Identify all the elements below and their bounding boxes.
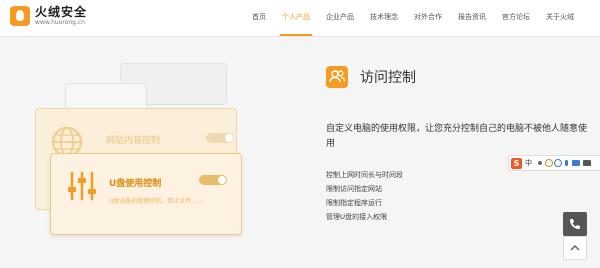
nav-home[interactable]: 首页 <box>244 0 274 36</box>
site-header: 火绒安全 www.huorong.cn 首页 个人产品 企业产品 技术理念 对外… <box>0 0 600 37</box>
arrow-up-icon <box>570 244 580 251</box>
users-icon <box>326 66 348 88</box>
website-control-title: 网站内容控制 <box>106 136 161 146</box>
usb-control-toggle <box>199 175 227 185</box>
list-item: 限制访问指定网站 <box>326 185 382 193</box>
nav-about[interactable]: 关于火绒 <box>538 0 582 36</box>
usb-control-desc: U盘设备的管理控制，禁止文件…… <box>109 198 204 205</box>
ime-toolbar[interactable]: S 中 <box>508 155 600 171</box>
contact-phone-button[interactable] <box>563 212 587 236</box>
feature-list: 控制上网时间长与时间段 限制访问指定网站 限制指定程序运行 管理U盘的接入权限 <box>326 168 403 224</box>
main-nav: 首页 个人产品 企业产品 技术理念 对外合作 报告资讯 官方论坛 关于火绒 <box>244 0 582 36</box>
ime-language[interactable]: 中 <box>525 158 532 168</box>
nav-technology[interactable]: 技术理念 <box>362 0 406 36</box>
nav-personal-products[interactable]: 个人产品 <box>274 0 318 36</box>
feature-title: 访问控制 <box>360 70 416 86</box>
list-item: 限制指定程序运行 <box>326 199 382 207</box>
list-item: 控制上网时间长与时间段 <box>326 171 403 179</box>
brand-name: 火绒安全 <box>35 5 88 19</box>
nav-reports[interactable]: 报告资讯 <box>450 0 494 36</box>
control-sliders-icon <box>68 171 96 201</box>
back-to-top-button[interactable] <box>563 236 587 260</box>
phone-icon <box>570 219 580 229</box>
list-item: 管理U盘的接入权限 <box>326 213 388 221</box>
brand-logo[interactable]: 火绒安全 www.huorong.cn <box>10 6 87 26</box>
flame-logo-icon <box>10 6 30 26</box>
brand-url: www.huorong.cn <box>35 19 85 26</box>
website-control-toggle <box>206 133 234 143</box>
feature-illustration: 网站内容控制 U盘使用控制 U盘设备的管理控制，禁止文件…… <box>0 36 300 268</box>
feature-description: 自定义电脑的使用权限，让您充分控制自己的电脑不被他人随意使用 <box>326 124 588 149</box>
usb-control-card: U盘使用控制 U盘设备的管理控制，禁止文件…… <box>50 153 242 235</box>
nav-forum[interactable]: 官方论坛 <box>494 0 538 36</box>
ime-tools-icon[interactable] <box>535 158 595 168</box>
usb-control-title: U盘使用控制 <box>109 179 162 189</box>
nav-cooperation[interactable]: 对外合作 <box>406 0 450 36</box>
nav-enterprise-products[interactable]: 企业产品 <box>318 0 362 36</box>
ime-logo-icon: S <box>511 157 522 169</box>
